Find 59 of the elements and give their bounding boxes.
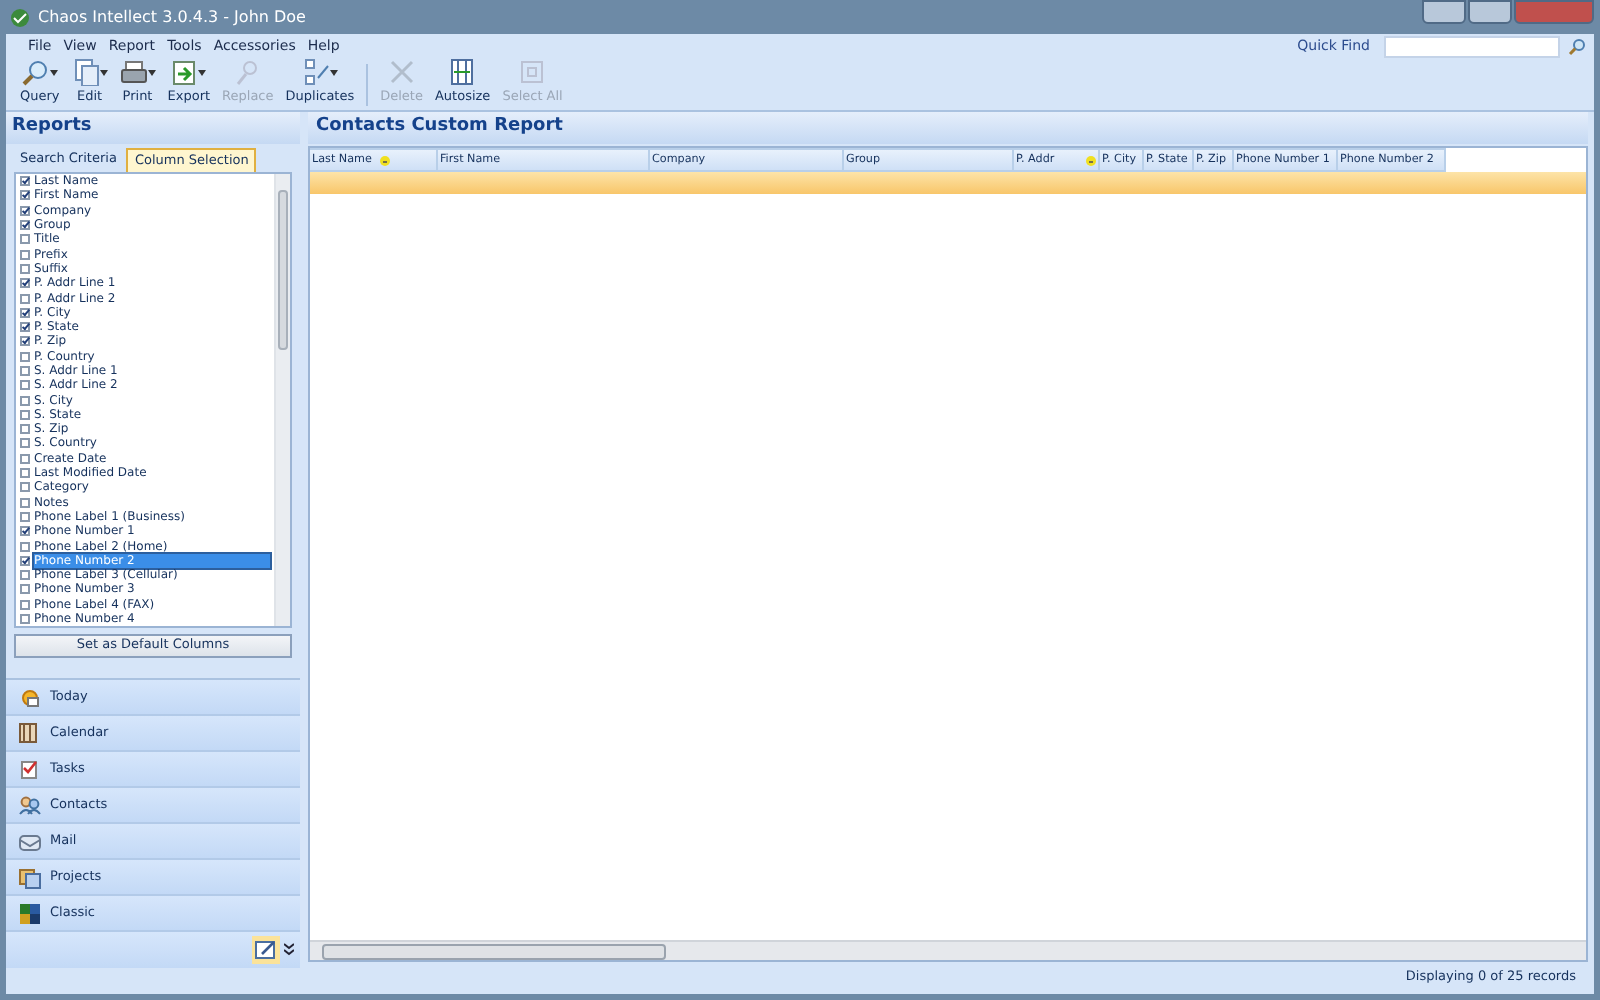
checkbox[interactable] — [20, 555, 30, 566]
checkbox[interactable] — [20, 220, 30, 231]
notepad-icon[interactable] — [252, 936, 280, 964]
panel-title: Reports — [6, 112, 300, 144]
checkbox[interactable] — [20, 468, 30, 479]
horizontal-scrollbar[interactable] — [310, 940, 1586, 960]
checkbox[interactable] — [20, 395, 30, 406]
scrollbar[interactable] — [274, 174, 290, 626]
magnifier-icon — [21, 58, 50, 87]
duplicates-icon — [301, 58, 330, 87]
checkbox[interactable] — [20, 249, 30, 260]
checkbox[interactable] — [20, 351, 30, 362]
checkbox[interactable] — [20, 424, 30, 435]
search-icon[interactable] — [1568, 38, 1586, 56]
folders-icon — [18, 865, 42, 889]
checkbox[interactable] — [20, 614, 30, 625]
checkbox[interactable] — [20, 541, 30, 552]
pages-icon — [71, 58, 100, 87]
checkbox[interactable] — [20, 366, 30, 376]
checkbox[interactable] — [20, 599, 30, 610]
checkbox[interactable] — [20, 409, 30, 420]
checkbox[interactable] — [20, 205, 30, 216]
quick-find-field[interactable] — [1384, 36, 1560, 58]
app-logo-icon — [10, 7, 30, 27]
checkbox[interactable] — [20, 307, 30, 318]
minimize-button[interactable] — [1422, 0, 1466, 24]
checklist-icon — [18, 757, 42, 781]
people-icon — [18, 793, 42, 817]
printer-icon — [119, 58, 148, 87]
checkbox[interactable] — [20, 526, 30, 537]
checkbox[interactable] — [20, 190, 30, 201]
column-resize-icon — [448, 58, 477, 87]
checkbox[interactable] — [20, 438, 30, 449]
checkbox[interactable] — [20, 380, 30, 391]
checkbox[interactable] — [20, 176, 30, 187]
checkbox[interactable] — [20, 278, 30, 289]
checkbox[interactable] — [20, 584, 30, 595]
checkbox[interactable] — [20, 511, 30, 522]
checkbox[interactable] — [20, 234, 30, 245]
calendar-icon — [18, 721, 42, 745]
envelope-icon — [18, 829, 42, 853]
checkbox[interactable] — [20, 482, 30, 493]
select-all-icon — [518, 58, 547, 87]
checkbox[interactable] — [20, 570, 30, 581]
checkbox[interactable] — [20, 263, 30, 274]
checkbox[interactable] — [20, 322, 30, 333]
report-title: Contacts Custom Report — [308, 112, 1588, 144]
export-icon — [170, 58, 199, 87]
window-title: Chaos Intellect 3.0.4.3 - John Doe — [38, 5, 306, 29]
checkbox[interactable] — [20, 497, 30, 508]
checkbox[interactable] — [20, 293, 30, 304]
x-icon — [387, 58, 416, 87]
checkbox[interactable] — [20, 453, 30, 464]
magnifier-icon — [233, 58, 262, 87]
maximize-button[interactable] — [1468, 0, 1512, 24]
chevron-icon[interactable] — [284, 942, 294, 958]
sun-icon — [18, 685, 42, 709]
checkbox[interactable] — [20, 336, 30, 347]
tiles-icon — [18, 901, 42, 925]
